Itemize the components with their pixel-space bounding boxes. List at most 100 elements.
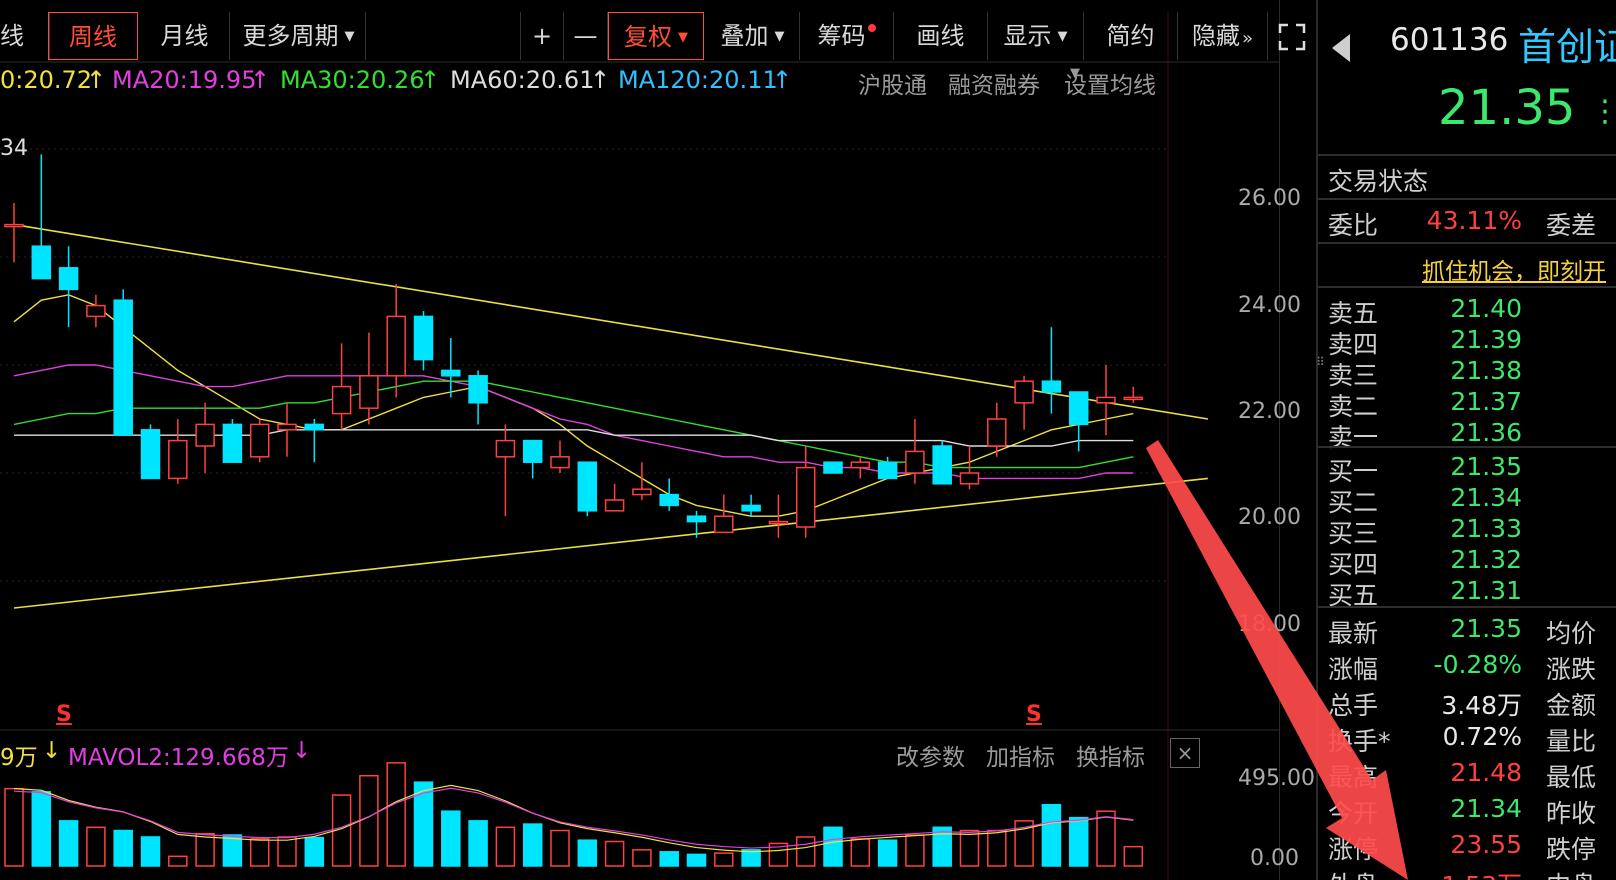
simple-button[interactable]: 简约	[1084, 12, 1178, 60]
stat-label-2: 跌停	[1546, 835, 1597, 864]
tab-partial[interactable]: 线	[0, 12, 50, 60]
candle-up	[195, 423, 215, 447]
candle-down	[222, 423, 243, 463]
candle-down	[441, 369, 461, 377]
divider	[1318, 198, 1616, 200]
volume-bar	[140, 836, 161, 867]
volume-bar	[987, 829, 1007, 867]
stat-label-2: 内盘	[1546, 866, 1596, 880]
candle-up	[168, 439, 188, 480]
volume-bar	[277, 836, 297, 867]
hide-label: 隐藏	[1191, 22, 1240, 50]
volume-bar	[386, 762, 406, 867]
price-axis-label: 26.00	[1238, 186, 1301, 211]
ask-price: 21.40	[1450, 294, 1522, 323]
ma60-value: MA60:20.61	[450, 66, 595, 94]
volume-bar	[850, 838, 871, 867]
volume-bar	[86, 826, 106, 867]
candle-down	[522, 439, 543, 463]
chips-label: 筹码	[817, 22, 866, 50]
adjust-label: 复权	[624, 23, 672, 51]
tab-weekly[interactable]: 周线	[48, 12, 138, 60]
edit-params-button[interactable]: 改参数	[896, 738, 965, 772]
double-chevron-right-icon: »	[1241, 28, 1253, 49]
tab-monthly[interactable]: 月线	[140, 12, 230, 60]
panel-splitter-handle[interactable]: ⠿	[1316, 355, 1328, 385]
volume-bar	[441, 810, 461, 867]
hk-connect-link[interactable]: 沪股通	[858, 66, 927, 100]
partial-value-label: 34	[0, 136, 28, 161]
volume-bar	[522, 823, 543, 867]
more-periods-dropdown[interactable]: 更多周期 ▼	[232, 12, 366, 60]
bid-price: 21.32	[1450, 545, 1522, 574]
candle-up	[714, 515, 734, 534]
s-marker[interactable]: S	[56, 702, 72, 727]
volume-bar	[604, 840, 625, 867]
volume-bar	[4, 787, 24, 867]
overlay-dropdown[interactable]: 叠加 ▼	[706, 12, 800, 60]
volume-bar	[359, 774, 379, 867]
ma10-value: 0:20.72	[0, 66, 93, 94]
volume-bar	[932, 826, 952, 867]
draw-button[interactable]: 画线	[894, 12, 988, 60]
back-icon[interactable]	[1332, 34, 1350, 62]
candle-up	[4, 223, 24, 228]
margin-link[interactable]: 融资融券	[948, 66, 1040, 100]
ask-price: 21.38	[1450, 356, 1522, 385]
expand-icon[interactable]	[1268, 12, 1316, 60]
swap-indicator-button[interactable]: 换指标	[1076, 738, 1145, 772]
bid-price: 21.33	[1450, 514, 1522, 543]
chevron-down-icon: ▼	[1070, 66, 1080, 81]
chart-toolbar: 线 周线 月线 更多周期 ▼ + — 复权 ▼ 叠加 ▼ 筹码 画线 显示 ▼ 简约 隐…	[0, 12, 1316, 60]
candle-up	[1096, 396, 1116, 404]
candle-up	[1014, 380, 1034, 404]
stat-value: 0.72%	[1442, 722, 1522, 751]
volume-bars	[4, 762, 1144, 867]
stat-label-2: 昨收	[1546, 799, 1597, 828]
divider	[1318, 154, 1616, 156]
stat-value: 23.55	[1450, 830, 1522, 859]
ask-price: 21.37	[1450, 387, 1522, 416]
divider	[1318, 286, 1616, 288]
volume-bar	[686, 853, 707, 867]
divider	[1318, 606, 1616, 608]
volume-bar	[659, 851, 679, 867]
zoom-in-button[interactable]: +	[520, 12, 564, 60]
hide-button[interactable]: 隐藏»	[1178, 12, 1268, 60]
stat-value: 21.34	[1450, 794, 1522, 823]
divider	[1318, 446, 1616, 448]
volume-bar	[249, 838, 270, 867]
chips-button[interactable]: 筹码	[800, 12, 894, 60]
price-axis-label: 18.00	[1238, 612, 1301, 637]
close-icon[interactable]: ×	[1170, 738, 1200, 768]
bid-price: 21.34	[1450, 483, 1522, 512]
adjust-dropdown[interactable]: 复权 ▼	[608, 12, 704, 60]
candle-down	[686, 515, 707, 523]
volume-bar	[959, 829, 980, 867]
volume-bar	[632, 849, 652, 867]
candle-down	[58, 267, 79, 291]
up-arrow-icon: ↑	[590, 66, 611, 94]
candle-up	[959, 472, 980, 485]
display-label: 显示	[1003, 22, 1052, 50]
volume-bar	[714, 852, 734, 867]
stock-code: 601136	[1390, 22, 1509, 58]
up-arrow-icon: ↑	[420, 66, 441, 94]
overlay-label: 叠加	[720, 22, 769, 50]
promo-link[interactable]: 抓住机会，即刻开	[1422, 252, 1606, 286]
price-separator: ⋮	[1590, 94, 1616, 129]
volume-bar	[795, 836, 816, 867]
volume-bar	[31, 791, 52, 867]
display-dropdown[interactable]: 显示 ▼	[988, 12, 1084, 60]
s-marker[interactable]: S	[1026, 702, 1042, 727]
volume-bar	[222, 834, 243, 867]
trend-lines	[13, 223, 1209, 609]
volume-bar	[1096, 810, 1116, 867]
zoom-out-button[interactable]: —	[564, 12, 608, 60]
candle-down	[304, 423, 325, 431]
candles	[4, 154, 1144, 538]
candle-down	[1041, 380, 1062, 393]
chevron-down-icon: ▼	[1057, 29, 1068, 44]
add-indicator-button[interactable]: 加指标	[986, 738, 1055, 772]
volume-bar	[304, 836, 325, 867]
